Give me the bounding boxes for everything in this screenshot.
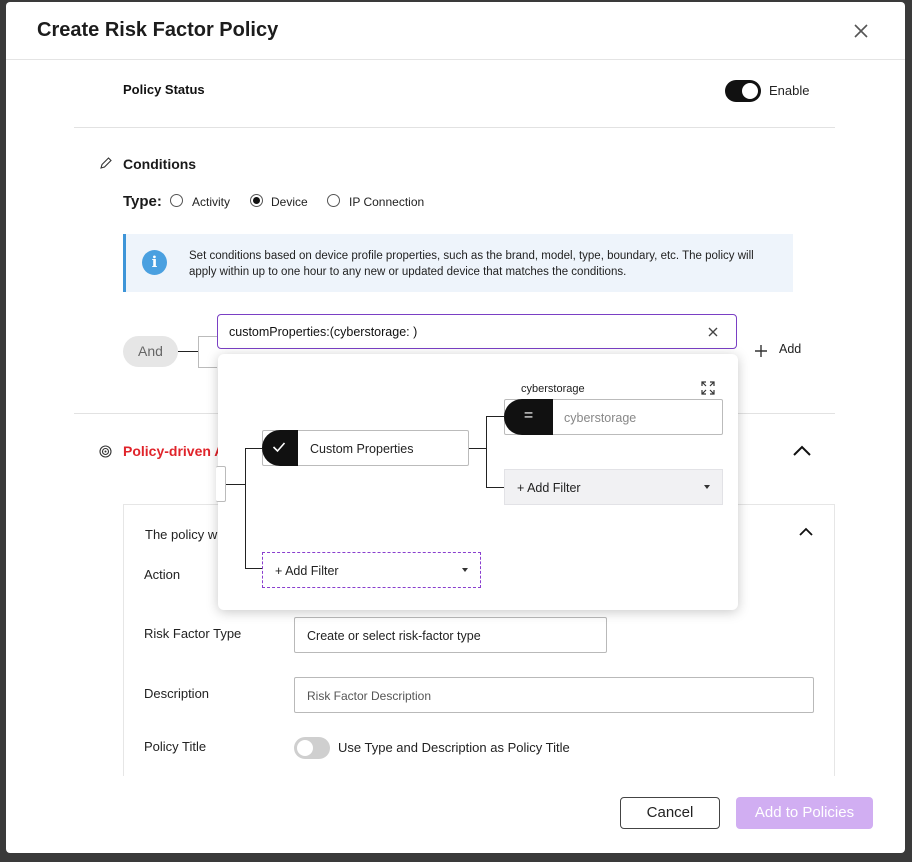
check-icon bbox=[272, 442, 286, 453]
radio-activity[interactable] bbox=[170, 194, 183, 207]
add-filter-outer-button[interactable]: + Add Filter bbox=[262, 552, 481, 588]
radio-ip-connection[interactable] bbox=[327, 194, 340, 207]
risk-factor-type-value: Create or select risk-factor type bbox=[307, 629, 481, 643]
add-to-policies-button[interactable]: Add to Policies bbox=[736, 797, 873, 829]
policy-title-toggle-label: Use Type and Description as Policy Title bbox=[338, 740, 570, 755]
plus-icon[interactable] bbox=[754, 344, 768, 358]
close-icon[interactable] bbox=[851, 21, 871, 41]
equals-operator[interactable]: = bbox=[504, 399, 553, 435]
description-placeholder: Risk Factor Description bbox=[307, 689, 432, 703]
expand-icon[interactable] bbox=[701, 381, 715, 395]
and-operator[interactable]: And bbox=[123, 336, 178, 367]
info-banner: i Set conditions based on device profile… bbox=[123, 234, 793, 292]
dialog-header: Create Risk Factor Policy bbox=[6, 2, 905, 60]
enable-label: Enable bbox=[769, 83, 810, 98]
connector-line bbox=[469, 448, 486, 449]
connector-line bbox=[486, 416, 504, 417]
connector-line bbox=[486, 416, 487, 488]
connector-line bbox=[486, 487, 504, 488]
root-node-stub bbox=[216, 466, 226, 502]
policy-sub-heading: The policy w bbox=[145, 527, 218, 542]
connector-line bbox=[178, 351, 198, 352]
query-text: customProperties:(cyberstorage: ) bbox=[229, 325, 418, 339]
connector-line bbox=[198, 336, 217, 337]
connector-line bbox=[245, 568, 262, 569]
cancel-button[interactable]: Cancel bbox=[620, 797, 720, 829]
target-icon bbox=[99, 445, 112, 458]
radio-activity-label: Activity bbox=[192, 195, 231, 209]
pencil-icon bbox=[100, 157, 112, 169]
policy-status-label: Policy Status bbox=[123, 82, 205, 97]
connector-line bbox=[245, 448, 262, 449]
caret-down-icon bbox=[704, 485, 710, 489]
node-check bbox=[262, 430, 298, 466]
policy-driven-heading: Policy-driven A bbox=[123, 443, 225, 459]
info-text: Set conditions based on device profile p… bbox=[189, 250, 754, 278]
connector-line bbox=[198, 367, 217, 368]
cyberstorage-placeholder: cyberstorage bbox=[564, 411, 637, 425]
chevron-up-icon[interactable] bbox=[792, 444, 812, 458]
radio-ip-connection-label: IP Connection bbox=[349, 195, 425, 209]
filter-builder-panel: Custom Properties cyberstorage = cyberst… bbox=[216, 354, 738, 610]
description-label: Description bbox=[144, 686, 210, 701]
type-label: Type: bbox=[123, 193, 162, 210]
policy-title-label: Policy Title bbox=[144, 739, 207, 754]
enable-toggle[interactable] bbox=[725, 80, 761, 102]
policy-title-toggle[interactable] bbox=[294, 737, 330, 759]
divider bbox=[74, 127, 835, 128]
add-filter-inner-label: + Add Filter bbox=[517, 481, 581, 495]
dialog-title: Create Risk Factor Policy bbox=[37, 19, 279, 41]
action-label: Action bbox=[144, 567, 181, 582]
custom-properties-node[interactable]: Custom Properties bbox=[262, 430, 469, 466]
custom-properties-label: Custom Properties bbox=[310, 442, 414, 456]
connector-line bbox=[226, 484, 245, 485]
chevron-up-icon[interactable] bbox=[799, 527, 813, 537]
clear-icon[interactable] bbox=[706, 325, 720, 339]
connector-line bbox=[198, 336, 199, 367]
add-condition-button[interactable]: Add bbox=[779, 342, 801, 356]
cyberstorage-value-input[interactable]: = cyberstorage bbox=[504, 399, 723, 435]
risk-factor-type-label: Risk Factor Type bbox=[144, 626, 242, 641]
info-icon: i bbox=[142, 250, 167, 275]
add-filter-outer-label: + Add Filter bbox=[275, 564, 339, 578]
query-input[interactable]: customProperties:(cyberstorage: ) bbox=[217, 314, 737, 349]
radio-device[interactable] bbox=[250, 194, 263, 207]
add-filter-inner-button[interactable]: + Add Filter bbox=[504, 469, 723, 505]
risk-factor-type-select[interactable]: Create or select risk-factor type bbox=[294, 617, 607, 653]
cyberstorage-label: cyberstorage bbox=[521, 383, 585, 395]
conditions-heading: Conditions bbox=[123, 156, 197, 172]
radio-device-label: Device bbox=[271, 195, 308, 209]
connector-line bbox=[245, 448, 246, 568]
description-input[interactable]: Risk Factor Description bbox=[294, 677, 814, 713]
create-risk-factor-policy-dialog: Create Risk Factor Policy Policy Status … bbox=[6, 2, 905, 853]
caret-down-icon bbox=[462, 568, 468, 572]
